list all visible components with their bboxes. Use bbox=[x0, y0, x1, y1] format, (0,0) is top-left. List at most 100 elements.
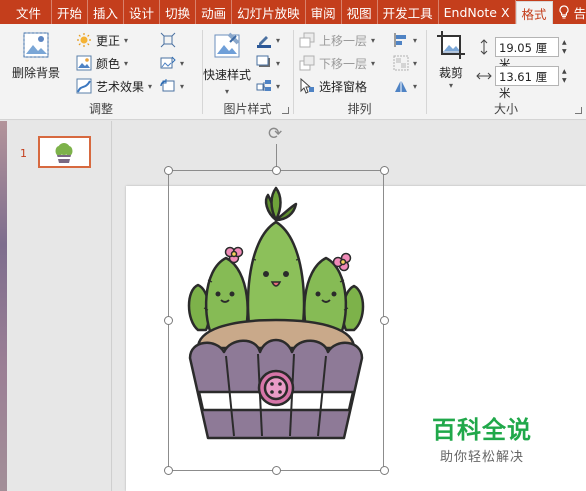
quick-styles-button[interactable]: 快速样式 ▾ bbox=[202, 30, 252, 97]
width-spinner[interactable]: 13.61 厘米 ▲ ▼ bbox=[476, 66, 567, 100]
effects-icon bbox=[256, 55, 270, 67]
tab-design[interactable]: 设计 bbox=[124, 0, 161, 24]
group-adjust: 删除背景 更正 ▾ 颜色 ▾ 艺术效果 ▾ ▾ ▾ 调整 bbox=[0, 24, 202, 120]
color-button[interactable]: 颜色 ▾ bbox=[76, 53, 128, 73]
tab-transitions[interactable]: 切换 bbox=[160, 0, 197, 24]
quick-styles-label: 快速样式 bbox=[202, 68, 251, 82]
crop-button[interactable]: 裁剪 ▾ bbox=[432, 30, 470, 90]
change-picture-icon bbox=[160, 56, 176, 69]
tab-endnote[interactable]: EndNote X bbox=[439, 0, 516, 24]
chevron-down-icon: ▾ bbox=[180, 58, 185, 68]
picture-layout-button[interactable]: ▾ bbox=[256, 76, 280, 96]
group-adjust-label: 调整 bbox=[88, 102, 113, 116]
remove-background-button[interactable]: 删除背景 bbox=[8, 30, 64, 81]
chevron-down-icon: ▾ bbox=[448, 81, 453, 90]
crop-label: 裁剪 bbox=[438, 66, 463, 80]
corrections-label: 更正 bbox=[96, 33, 121, 48]
color-label: 颜色 bbox=[96, 56, 121, 71]
picture-styles-dialog-launcher[interactable] bbox=[282, 107, 289, 114]
slide-thumbnail-pane bbox=[0, 121, 112, 491]
chevron-down-icon: ▾ bbox=[413, 81, 418, 91]
chevron-down-icon: ▾ bbox=[124, 35, 129, 45]
compress-icon bbox=[160, 32, 176, 48]
picture-border-button[interactable]: ▾ bbox=[256, 30, 280, 50]
tab-animations[interactable]: 动画 bbox=[196, 0, 233, 24]
group-arrange: 上移一层 ▾ 下移一层 ▾ 选择窗格 ▾ ▾ ▾ 排列 bbox=[293, 24, 426, 120]
width-input[interactable]: 13.61 厘米 bbox=[495, 66, 559, 100]
crop-icon bbox=[437, 31, 465, 59]
send-backward-icon bbox=[299, 55, 315, 71]
resize-handle-top[interactable] bbox=[272, 166, 281, 175]
resize-handle-top-left[interactable] bbox=[164, 166, 173, 175]
tab-developer[interactable]: 开发工具 bbox=[378, 0, 439, 24]
tab-review[interactable]: 审阅 bbox=[306, 0, 342, 24]
artistic-effects-label: 艺术效果 bbox=[96, 79, 145, 94]
tab-insert[interactable]: 插入 bbox=[88, 0, 125, 24]
resize-handle-bottom[interactable] bbox=[272, 466, 281, 475]
change-picture-button[interactable]: ▾ bbox=[160, 53, 184, 73]
reset-picture-button[interactable]: ▾ bbox=[160, 76, 184, 96]
tab-view[interactable]: 视图 bbox=[342, 0, 378, 24]
chevron-down-icon: ▾ bbox=[224, 87, 229, 96]
corrections-icon bbox=[77, 33, 91, 47]
send-backward-button[interactable]: 下移一层 ▾ bbox=[299, 53, 375, 73]
rotate-button[interactable]: ▾ bbox=[393, 76, 417, 96]
resize-handle-bottom-left[interactable] bbox=[164, 466, 173, 475]
tell-me-label: 告诉我 bbox=[573, 5, 586, 21]
selection-pane-label: 选择窗格 bbox=[319, 79, 368, 94]
chevron-down-icon: ▾ bbox=[180, 81, 185, 91]
tab-format[interactable]: 格式 bbox=[515, 1, 553, 24]
chevron-down-icon: ▾ bbox=[371, 58, 376, 68]
remove-background-icon bbox=[23, 32, 49, 58]
picture-effects-button[interactable]: ▾ bbox=[256, 53, 280, 73]
resize-handle-bottom-right[interactable] bbox=[380, 466, 389, 475]
ribbon-format: 删除背景 更正 ▾ 颜色 ▾ 艺术效果 ▾ ▾ ▾ 调整 快速样式▾ ▾ ▾ ▾… bbox=[0, 24, 586, 120]
corrections-button[interactable]: 更正 ▾ bbox=[76, 30, 128, 50]
color-icon bbox=[76, 55, 92, 71]
remove-background-label: 删除背景 bbox=[11, 66, 60, 80]
group-icon bbox=[393, 55, 409, 71]
selection-pane-button[interactable]: 选择窗格 bbox=[299, 76, 367, 96]
height-input[interactable]: 19.05 厘米 bbox=[495, 37, 559, 71]
tab-home[interactable]: 开始 bbox=[52, 0, 89, 24]
slide-thumbnail[interactable] bbox=[38, 136, 91, 168]
rotate-handle-icon[interactable]: ⟳ bbox=[268, 126, 282, 143]
tab-slideshow[interactable]: 幻灯片放映 bbox=[232, 0, 306, 24]
size-dialog-launcher[interactable] bbox=[575, 107, 582, 114]
cactus-thumbnail-image bbox=[55, 143, 73, 163]
slide-number: 1 bbox=[20, 147, 27, 160]
chevron-down-icon: ▾ bbox=[276, 81, 281, 91]
resize-handle-left[interactable] bbox=[164, 316, 173, 325]
resize-handle-right[interactable] bbox=[380, 316, 389, 325]
group-size-label: 大小 bbox=[493, 102, 518, 116]
width-icon bbox=[476, 72, 492, 80]
align-button[interactable]: ▾ bbox=[393, 30, 417, 50]
height-icon bbox=[480, 39, 488, 55]
group-arrange-label: 排列 bbox=[347, 102, 372, 116]
reset-picture-icon bbox=[160, 79, 175, 92]
chevron-down-icon: ▾ bbox=[413, 35, 418, 45]
resize-handle-top-right[interactable] bbox=[380, 166, 389, 175]
picture-selection-frame bbox=[168, 170, 384, 471]
height-spinner[interactable]: 19.05 厘米 ▲ ▼ bbox=[476, 37, 567, 71]
artistic-effects-icon bbox=[76, 78, 92, 94]
width-stepper[interactable]: ▲ ▼ bbox=[562, 67, 567, 85]
send-backward-label: 下移一层 bbox=[319, 56, 368, 71]
tell-me-box[interactable]: 告诉我 bbox=[553, 0, 586, 24]
watermark: 百科全说 助你轻松解决 bbox=[432, 410, 532, 465]
chevron-down-icon: ▾ bbox=[276, 58, 281, 68]
layout-icon bbox=[256, 80, 271, 91]
height-stepper[interactable]: ▲ ▼ bbox=[562, 38, 567, 56]
tab-file[interactable]: 文件 bbox=[0, 0, 53, 24]
artistic-effects-button[interactable]: 艺术效果 ▾ bbox=[76, 76, 152, 96]
border-icon bbox=[257, 36, 271, 48]
group-objects-button[interactable]: ▾ bbox=[393, 53, 417, 73]
watermark-title: 百科全说 bbox=[432, 416, 532, 444]
chevron-down-icon: ▾ bbox=[371, 35, 376, 45]
group-size: 裁剪 ▾ 19.05 厘米 ▲ ▼ 13.61 厘米 ▲ ▼ 大小 bbox=[426, 24, 586, 120]
chevron-down-icon: ▾ bbox=[148, 81, 153, 91]
rotate-icon bbox=[395, 80, 407, 92]
compress-pictures-button[interactable] bbox=[160, 30, 176, 50]
group-picture-styles-label: 图片样式 bbox=[223, 102, 272, 116]
bring-forward-button[interactable]: 上移一层 ▾ bbox=[299, 30, 375, 50]
